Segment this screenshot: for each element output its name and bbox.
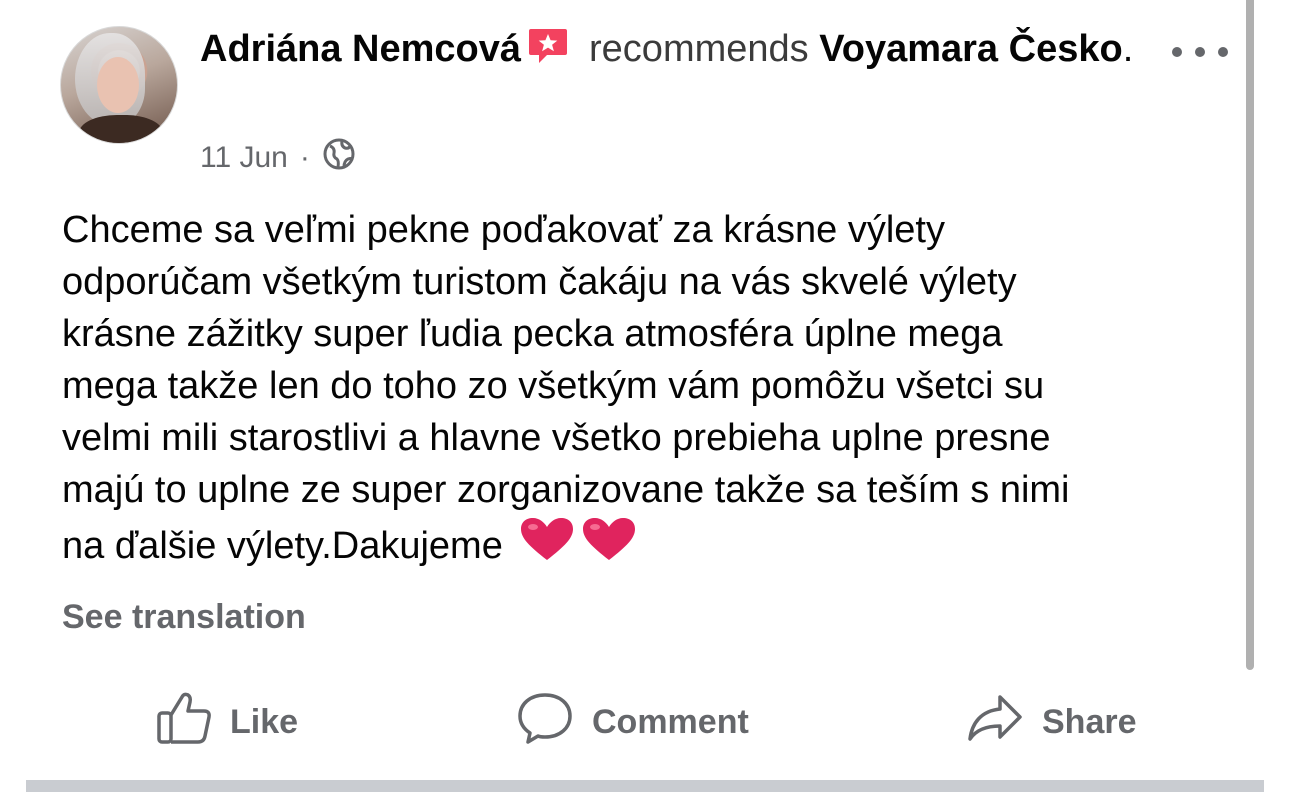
meta-separator: · xyxy=(299,141,310,174)
more-options-button[interactable] xyxy=(1172,40,1228,64)
heart-emoji xyxy=(519,516,639,578)
post-meta: 11 Jun · xyxy=(200,138,356,178)
scrollbar[interactable] xyxy=(1246,0,1254,670)
post-card: Adriána Nemcová recommends Voyamara Česk… xyxy=(0,0,1290,800)
recommends-text: recommends xyxy=(589,28,809,70)
recommend-badge-icon xyxy=(527,26,569,64)
share-label: Share xyxy=(1042,702,1137,741)
like-label: Like xyxy=(230,702,299,741)
comment-label: Comment xyxy=(592,702,749,741)
header-period: . xyxy=(1122,28,1134,70)
thumbs-up-icon xyxy=(156,691,230,754)
post-date[interactable]: 11 Jun xyxy=(200,141,288,175)
action-bar: Like Comment Share xyxy=(0,690,1246,754)
post-header: Adriána Nemcová recommends Voyamara Česk… xyxy=(200,22,1160,76)
see-translation-link[interactable]: See translation xyxy=(62,598,306,637)
post-body: Chceme sa veľmi pekne poďakovať za krásn… xyxy=(62,204,1242,578)
post-body-text: Chceme sa veľmi pekne poďakovať za krásn… xyxy=(62,209,1070,567)
post-divider xyxy=(26,780,1264,792)
dot-icon xyxy=(1195,47,1205,57)
avatar[interactable] xyxy=(60,26,178,144)
speech-bubble-icon xyxy=(516,691,592,754)
author-name[interactable]: Adriána Nemcová xyxy=(200,28,521,70)
globe-icon xyxy=(322,137,356,179)
page-name-link[interactable]: Voyamara Česko xyxy=(819,28,1122,70)
share-arrow-icon xyxy=(966,693,1042,752)
comment-button[interactable]: Comment xyxy=(516,690,749,754)
dot-icon xyxy=(1218,47,1228,57)
share-button[interactable]: Share xyxy=(966,690,1137,754)
like-button[interactable]: Like xyxy=(156,690,298,754)
dot-icon xyxy=(1172,47,1182,57)
